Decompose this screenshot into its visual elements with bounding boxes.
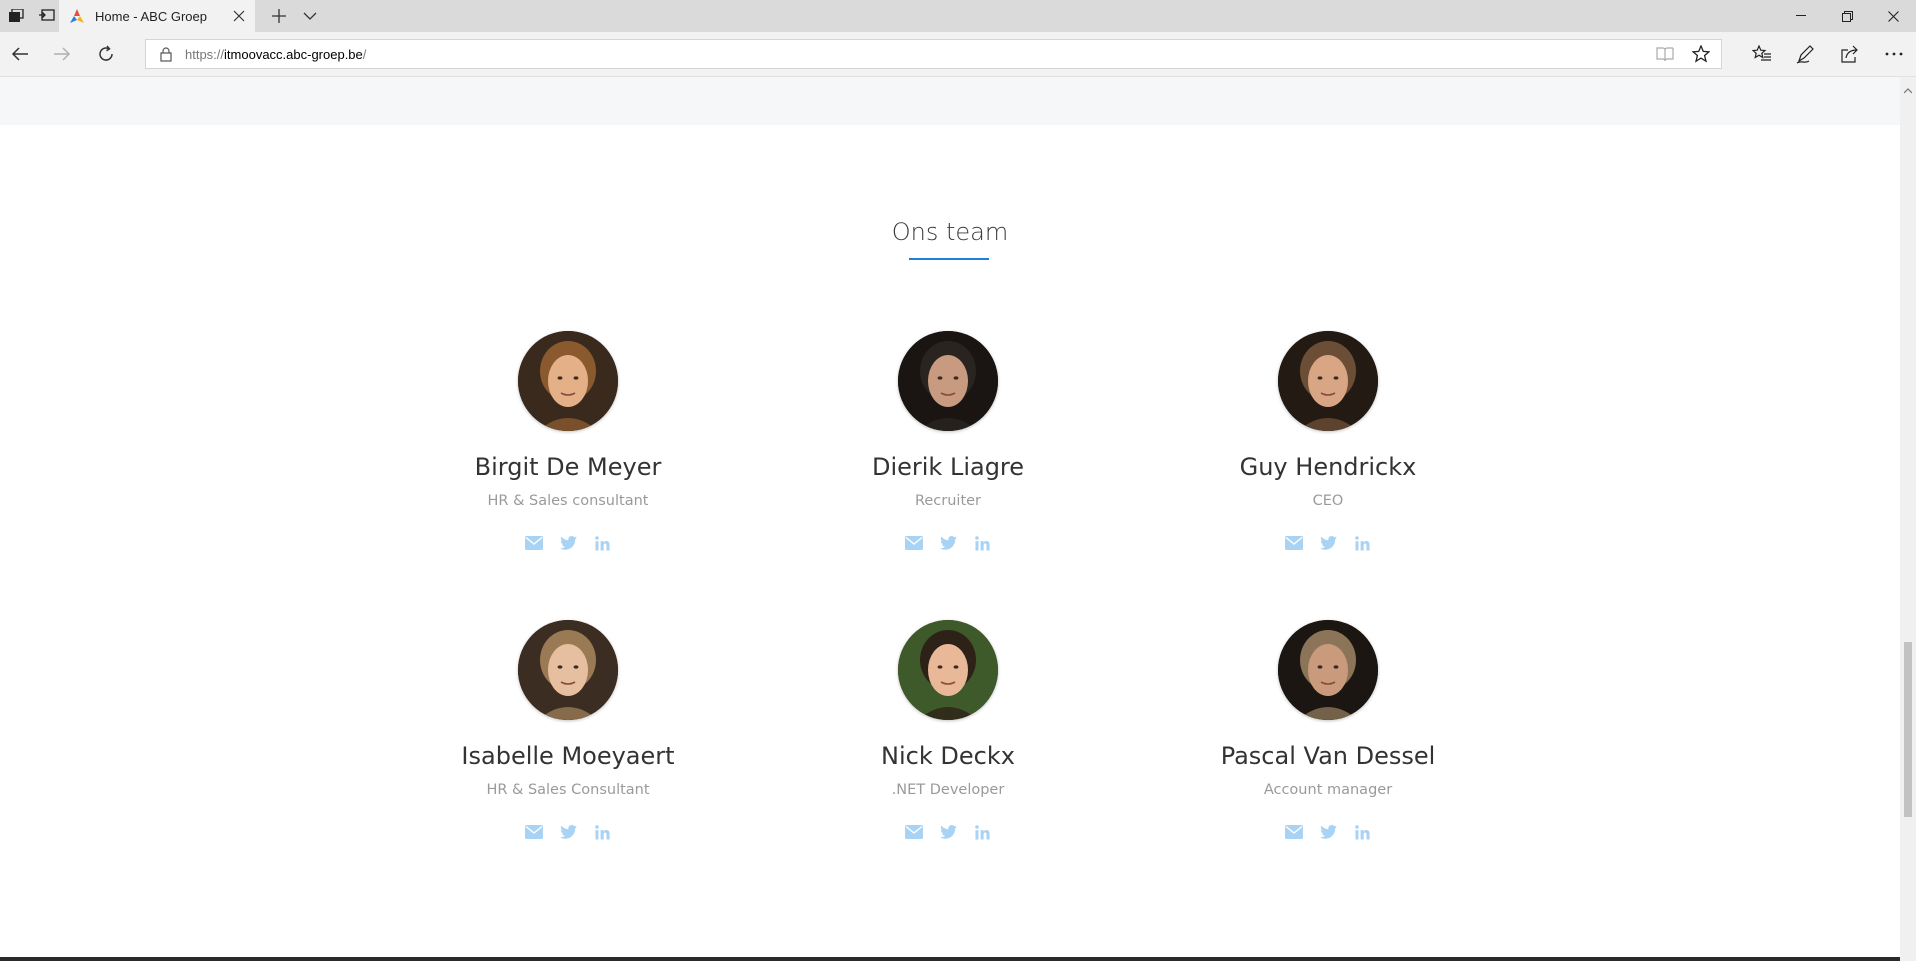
twitter-icon[interactable] <box>1318 822 1338 842</box>
share-icon[interactable] <box>1830 32 1870 76</box>
linkedin-icon[interactable] <box>1352 822 1372 842</box>
email-icon[interactable] <box>524 533 544 553</box>
member-name: Dierik Liagre <box>871 453 1025 481</box>
social-links <box>798 533 1098 553</box>
email-icon[interactable] <box>904 822 924 842</box>
social-links <box>418 822 718 842</box>
address-input[interactable]: https://itmoovacc.abc-groep.be/ <box>145 39 1722 69</box>
tab-actions-icon[interactable] <box>6 0 28 32</box>
twitter-icon[interactable] <box>558 822 578 842</box>
avatar <box>1278 331 1378 431</box>
browser-address-bar: https://itmoovacc.abc-groep.be/ <box>0 32 1916 77</box>
linkedin-icon[interactable] <box>972 822 992 842</box>
avatar <box>518 331 618 431</box>
linkedin-icon[interactable] <box>592 533 612 553</box>
social-links <box>418 533 718 553</box>
member-name: Pascal Van Dessel <box>1220 742 1436 770</box>
member-name: Nick Deckx <box>881 742 1015 770</box>
vertical-scrollbar[interactable] <box>1900 77 1916 961</box>
minimize-icon[interactable] <box>1778 0 1824 32</box>
browser-tab-active[interactable]: Home - ABC Groep <box>59 0 255 32</box>
scroll-up-icon[interactable] <box>1903 81 1913 99</box>
tab-close-icon[interactable] <box>231 8 247 24</box>
reading-view-icon[interactable] <box>1656 46 1674 67</box>
member-role: Recruiter <box>914 493 982 509</box>
team-member-card: Birgit De Meyer HR & Sales consultant <box>418 331 718 553</box>
lock-icon <box>160 47 172 67</box>
url-text: https://itmoovacc.abc-groep.be/ <box>185 47 367 62</box>
twitter-icon[interactable] <box>938 822 958 842</box>
member-name: Birgit De Meyer <box>474 453 662 481</box>
avatar <box>1278 620 1378 720</box>
refresh-icon[interactable] <box>86 32 126 76</box>
member-role: Account manager <box>1263 782 1393 798</box>
member-role: HR & Sales Consultant <box>486 782 650 798</box>
social-links <box>798 822 1098 842</box>
tab-title: Home - ABC Groep <box>95 8 207 24</box>
forward-arrow-icon[interactable] <box>42 32 82 76</box>
linkedin-icon[interactable] <box>972 533 992 553</box>
email-icon[interactable] <box>524 822 544 842</box>
abc-favicon-icon <box>69 8 85 24</box>
team-member-card: Guy Hendrickx CEO <box>1178 331 1478 553</box>
social-links <box>1178 822 1478 842</box>
member-role: HR & Sales consultant <box>487 493 649 509</box>
restore-icon[interactable] <box>1824 0 1870 32</box>
footer-edge <box>0 957 1900 961</box>
email-icon[interactable] <box>904 533 924 553</box>
section-title: Ons team <box>891 218 1009 246</box>
linkedin-icon[interactable] <box>592 822 612 842</box>
twitter-icon[interactable] <box>938 533 958 553</box>
team-member-card: Nick Deckx .NET Developer <box>798 620 1098 842</box>
team-member-card: Isabelle Moeyaert HR & Sales Consultant <box>418 620 718 842</box>
email-icon[interactable] <box>1284 822 1304 842</box>
chevron-down-icon[interactable] <box>297 0 323 32</box>
member-name: Isabelle Moeyaert <box>461 742 675 770</box>
close-window-icon[interactable] <box>1870 0 1916 32</box>
browser-tab-bar: Home - ABC Groep <box>0 0 1916 32</box>
team-member-card: Dierik Liagre Recruiter <box>798 331 1098 553</box>
avatar <box>898 620 998 720</box>
avatar <box>898 331 998 431</box>
email-icon[interactable] <box>1284 533 1304 553</box>
social-links <box>1178 533 1478 553</box>
pen-notes-icon[interactable] <box>1786 32 1826 76</box>
twitter-icon[interactable] <box>558 533 578 553</box>
twitter-icon[interactable] <box>1318 533 1338 553</box>
scrollbar-thumb[interactable] <box>1904 642 1912 817</box>
team-member-card: Pascal Van Dessel Account manager <box>1178 620 1478 842</box>
title-underline <box>909 258 989 260</box>
back-arrow-icon[interactable] <box>0 32 40 76</box>
linkedin-icon[interactable] <box>1352 533 1372 553</box>
avatar <box>518 620 618 720</box>
previous-section-band <box>0 77 1900 125</box>
favorites-hub-icon[interactable] <box>1742 32 1782 76</box>
more-options-icon[interactable] <box>1874 32 1914 76</box>
member-name: Guy Hendrickx <box>1239 453 1417 481</box>
set-aside-tabs-icon[interactable] <box>36 0 58 32</box>
member-role: .NET Developer <box>891 782 1005 798</box>
new-tab-icon[interactable] <box>266 0 292 32</box>
favorite-star-icon[interactable] <box>1691 44 1711 68</box>
member-role: CEO <box>1312 493 1344 509</box>
